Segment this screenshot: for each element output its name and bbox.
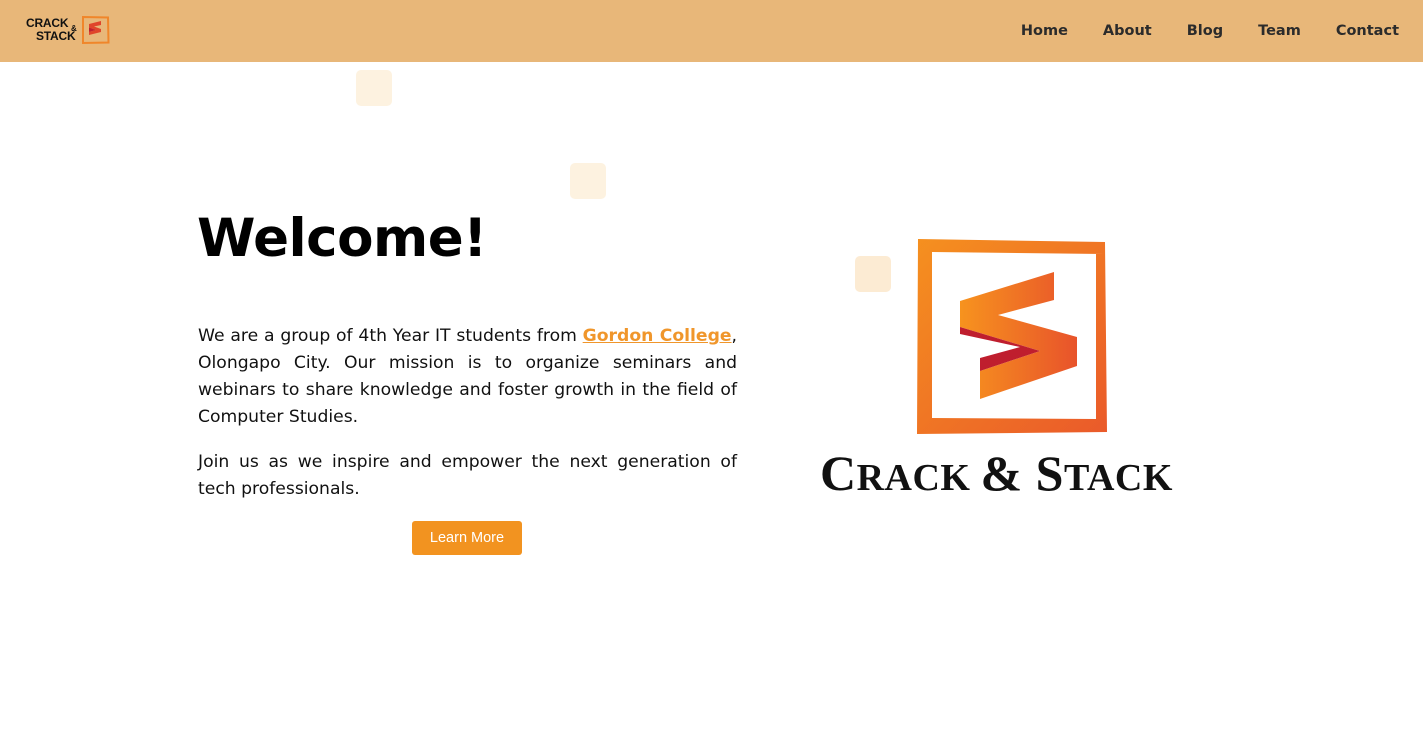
decorative-square (356, 70, 392, 106)
wordmark-rack: RACK (856, 457, 981, 499)
nav-contact-link[interactable]: Contact (1336, 23, 1399, 39)
hero-title: Welcome! (197, 208, 487, 269)
brand-ampersand: & (71, 24, 77, 33)
main-nav: Home About Blog Team Contact (986, 0, 1399, 62)
gordon-college-link[interactable]: Gordon College (583, 326, 732, 346)
wordmark-tack: TACK (1063, 457, 1173, 499)
decorative-square (570, 163, 606, 199)
wordmark-ampersand: & (980, 445, 1036, 501)
hero-paragraph-intro: We are a group of 4th Year IT students f… (198, 323, 737, 431)
intro-text-before: We are a group of 4th Year IT students f… (198, 326, 583, 346)
crack-stack-wordmark: CRACK & STACK (820, 444, 1220, 502)
decorative-square (855, 256, 891, 292)
brand-line-2: STACK (36, 29, 76, 43)
learn-more-button[interactable]: Learn More (412, 521, 522, 555)
hero-paragraph-join: Join us as we inspire and empower the ne… (198, 452, 737, 499)
wordmark-c: C (820, 445, 857, 501)
brand-wordmark: CRACK STACK (26, 17, 76, 43)
nav-home-link[interactable]: Home (1021, 23, 1068, 39)
brand-mark-icon (82, 15, 110, 45)
wordmark-s: S (1035, 445, 1064, 501)
crack-stack-logo-icon (917, 239, 1107, 434)
brand-logo[interactable]: CRACK STACK & (24, 14, 112, 48)
nav-blog-link[interactable]: Blog (1187, 23, 1223, 39)
nav-team-link[interactable]: Team (1258, 23, 1301, 39)
header-navbar: CRACK STACK & Home About Blog Team Conta… (0, 0, 1423, 62)
nav-about-link[interactable]: About (1103, 23, 1152, 39)
